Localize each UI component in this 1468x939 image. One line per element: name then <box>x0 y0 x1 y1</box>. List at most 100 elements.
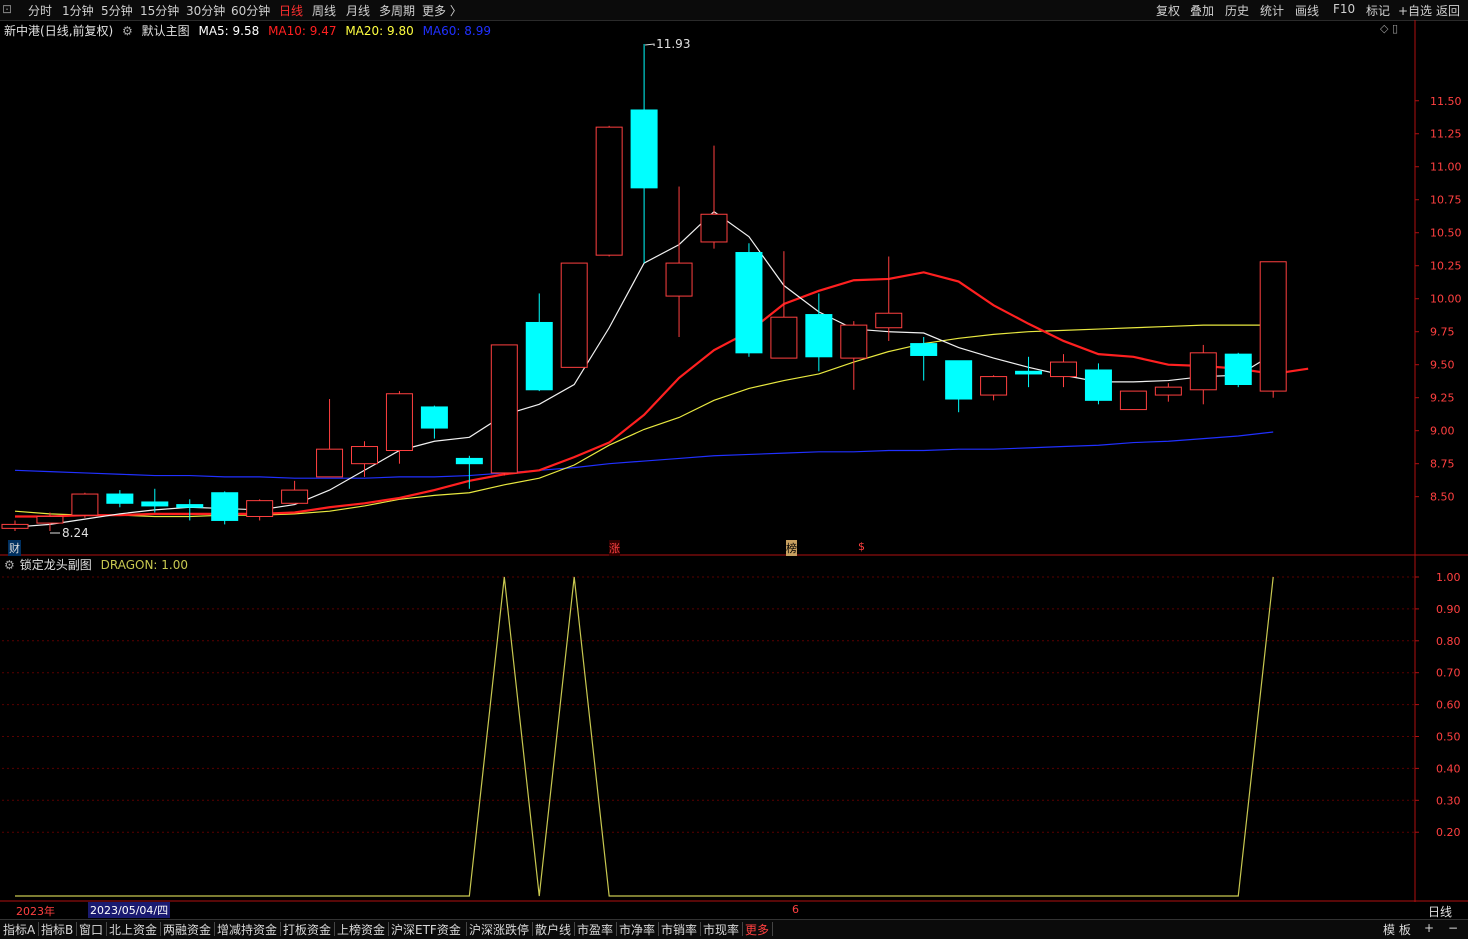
candle-body <box>1189 352 1217 391</box>
date-axis-bar: 2023年 2023/05/04/四 6 <box>0 902 1415 918</box>
sub-tick-label: 1.00 <box>1436 571 1461 584</box>
tab-separator <box>658 922 659 936</box>
toolbar-button-6[interactable]: 标记 <box>1366 2 1390 19</box>
price-tick-label: 9.50 <box>1430 359 1455 372</box>
bottom-control-0[interactable]: 模 板 <box>1383 921 1411 938</box>
tab-separator <box>334 922 335 936</box>
sub-tick-label: 0.70 <box>1436 667 1461 680</box>
candle-body <box>455 457 483 465</box>
finance-marker[interactable]: 财 <box>8 540 21 556</box>
candle-body <box>420 406 448 429</box>
toolbar-button-8[interactable]: 返回 <box>1436 2 1460 19</box>
price-tick-label: 10.75 <box>1430 194 1462 207</box>
candle-body <box>805 314 833 358</box>
period-tab-5[interactable]: 60分钟 <box>231 2 270 19</box>
period-tab-2[interactable]: 5分钟 <box>101 2 133 19</box>
tab-separator <box>742 922 743 936</box>
ma10-line <box>15 271 1309 518</box>
indicator-tab-3[interactable]: 北上资金 <box>109 921 157 938</box>
price-tick-label: 9.75 <box>1430 326 1455 339</box>
period-tab-6[interactable]: 日线 <box>279 2 303 19</box>
period-tab-4[interactable]: 30分钟 <box>186 2 225 19</box>
tab-separator <box>38 922 39 936</box>
indicator-tab-6[interactable]: 打板资金 <box>283 921 331 938</box>
indicator-tab-8[interactable]: 沪深ETF资金 <box>391 921 461 938</box>
candle-body <box>211 492 239 521</box>
indicator-tab-14[interactable]: 市现率 <box>703 921 739 938</box>
cursor-date-label: 2023/05/04/四 <box>88 902 171 918</box>
candle-body <box>71 493 99 516</box>
period-tab-10[interactable]: 更多 〉 <box>422 2 462 19</box>
toolbar-button-2[interactable]: 历史 <box>1225 2 1249 19</box>
tab-separator <box>214 922 215 936</box>
period-tab-8[interactable]: 月线 <box>346 2 370 19</box>
indicator-tab-12[interactable]: 市净率 <box>619 921 655 938</box>
period-tab-7[interactable]: 周线 <box>312 2 336 19</box>
toolbar-button-7[interactable]: +自选 <box>1398 2 1432 19</box>
bottom-control-1[interactable]: + <box>1424 921 1434 935</box>
candle-body <box>875 312 903 329</box>
indicator-tab-9[interactable]: 沪深涨跌停 <box>469 921 529 938</box>
candle-body <box>281 489 309 504</box>
candle-body <box>1119 390 1147 411</box>
candle-body <box>106 493 134 504</box>
candle-body <box>1224 353 1252 386</box>
limit-up-marker[interactable]: 涨 <box>609 540 620 556</box>
period-tab-9[interactable]: 多周期 <box>379 2 415 19</box>
candle-body <box>316 448 344 478</box>
tab-separator <box>106 922 107 936</box>
toolbar-button-1[interactable]: 叠加 <box>1190 2 1214 19</box>
indicator-tab-15[interactable]: 更多 <box>745 921 769 938</box>
price-tick-label: 11.25 <box>1430 128 1462 141</box>
candle-body <box>735 252 763 354</box>
price-tick-label: 10.25 <box>1430 260 1462 273</box>
candle-body <box>246 500 274 517</box>
candle-body <box>1050 361 1077 378</box>
bottom-control-2[interactable]: − <box>1448 921 1458 935</box>
ma20-line <box>14 324 1274 518</box>
indicator-tab-0[interactable]: 指标A <box>3 921 35 938</box>
price-tick-label: 8.50 <box>1430 491 1455 504</box>
candle-body <box>560 262 588 368</box>
dragon-tiger-list-marker[interactable]: 榜 <box>786 540 797 556</box>
period-label: 日线 <box>1428 905 1453 919</box>
candle-body <box>385 393 413 451</box>
kline-chart[interactable]: 11.50 11.25 11.00 10.75 10.50 10.25 10.00 9.75 9… <box>0 20 1468 902</box>
candle-body <box>141 501 169 507</box>
toolbar-button-5[interactable]: F10 <box>1333 2 1355 16</box>
tab-separator <box>700 922 701 936</box>
candle-body <box>945 360 973 400</box>
toolbar-button-0[interactable]: 复权 <box>1156 2 1180 19</box>
high-arrow <box>645 43 655 46</box>
candle-body <box>630 109 658 189</box>
high-price-label: 11.93 <box>656 37 690 51</box>
sub-tick-label: 0.60 <box>1436 699 1461 712</box>
tab-separator <box>532 922 533 936</box>
toolbar-button-4[interactable]: 画线 <box>1295 2 1319 19</box>
indicator-tab-13[interactable]: 市销率 <box>661 921 697 938</box>
indicator-tab-1[interactable]: 指标B <box>41 921 73 938</box>
indicator-tab-5[interactable]: 增减持资金 <box>217 921 277 938</box>
period-tab-0[interactable]: 分时 <box>28 2 52 19</box>
indicator-tab-2[interactable]: 窗口 <box>79 921 103 938</box>
menu-icon[interactable]: ⊡ <box>2 2 12 16</box>
dividend-marker[interactable]: $ <box>858 540 865 553</box>
indicator-tab-11[interactable]: 市盈率 <box>577 921 613 938</box>
sub-tick-label: 0.50 <box>1436 731 1461 744</box>
tab-separator <box>160 922 161 936</box>
ma60-line <box>14 431 1274 479</box>
indicator-tab-10[interactable]: 散户线 <box>535 921 571 938</box>
sub-tick-label: 0.40 <box>1436 762 1461 775</box>
indicator-tab-7[interactable]: 上榜资金 <box>337 921 385 938</box>
toolbar-button-3[interactable]: 统计 <box>1260 2 1284 19</box>
candle-body <box>980 376 1008 396</box>
indicator-tab-4[interactable]: 两融资金 <box>163 921 211 938</box>
month-tick: 6 <box>792 903 799 916</box>
period-tab-1[interactable]: 1分钟 <box>62 2 94 19</box>
candle-body <box>1 523 29 529</box>
tab-separator <box>772 922 773 936</box>
period-tab-3[interactable]: 15分钟 <box>140 2 179 19</box>
candle-body <box>36 515 64 524</box>
period-toolbar: ⊡ 分时 1分钟 5分钟 15分钟 30分钟 60分钟 日线 周线 月线 多周期 更多 〉 复权 叠加历… <box>0 0 1468 21</box>
tab-separator <box>466 922 467 936</box>
